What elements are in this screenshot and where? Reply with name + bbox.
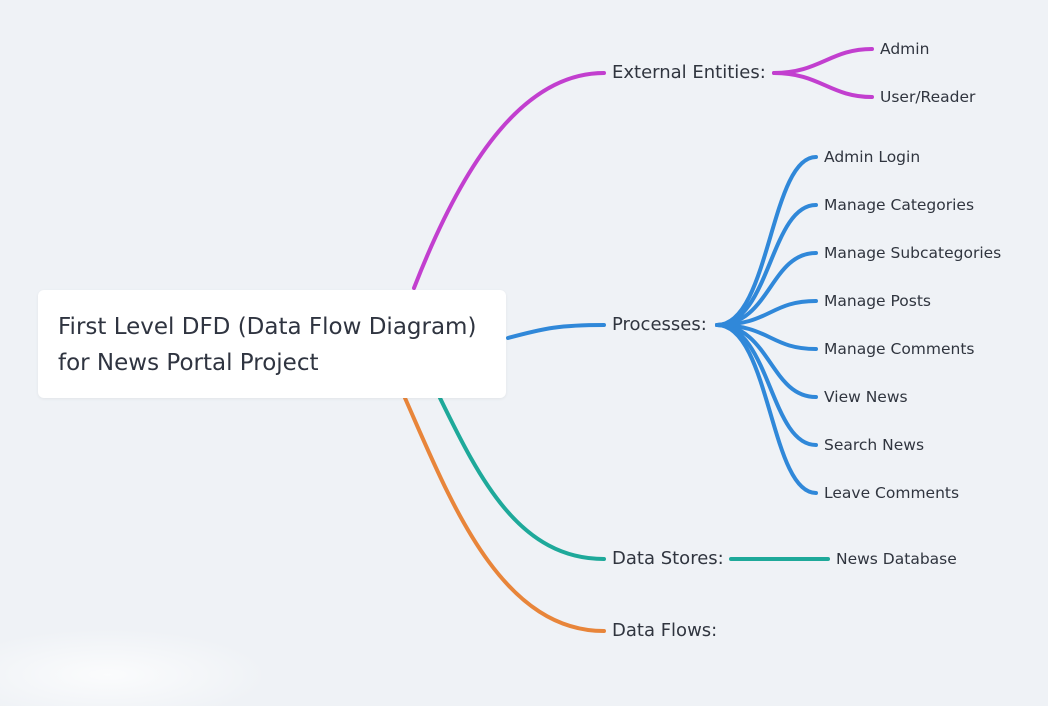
root-topic[interactable]: First Level DFD (Data Flow Diagram) for …	[38, 290, 506, 398]
connector-external-admin	[772, 47, 874, 75]
leaf-user-reader[interactable]: User/Reader	[880, 87, 975, 107]
branch-external-entities[interactable]: External Entities:	[612, 62, 766, 84]
connector-external-user-reader	[772, 71, 874, 99]
root-topic-line-2: for News Portal Project	[58, 350, 319, 376]
connector-root-external-entities	[412, 71, 606, 290]
connector-processes-admin-login	[715, 155, 818, 327]
connector-root-processes	[506, 323, 606, 340]
leaf-leave-comments[interactable]: Leave Comments	[824, 483, 959, 503]
leaf-manage-posts[interactable]: Manage Posts	[824, 291, 931, 311]
leaf-manage-subcategories[interactable]: Manage Subcategories	[824, 243, 1001, 263]
root-topic-title: First Level DFD (Data Flow Diagram) for …	[58, 309, 476, 381]
background-glow	[0, 628, 270, 706]
connector-processes-leave-comments	[715, 323, 818, 495]
root-topic-line-1: First Level DFD (Data Flow Diagram)	[58, 314, 477, 340]
branch-processes[interactable]: Processes:	[612, 314, 707, 336]
leaf-search-news[interactable]: Search News	[824, 435, 924, 455]
leaf-admin-login[interactable]: Admin Login	[824, 147, 920, 167]
connector-processes-manage-categories	[715, 203, 818, 327]
connector-root-data-stores	[438, 396, 606, 561]
leaf-manage-categories[interactable]: Manage Categories	[824, 195, 974, 215]
branch-data-stores[interactable]: Data Stores:	[612, 548, 724, 570]
leaf-admin[interactable]: Admin	[880, 39, 929, 59]
connector-processes-search-news	[715, 323, 818, 447]
connector-root-data-flows	[403, 396, 606, 633]
leaf-news-database[interactable]: News Database	[836, 549, 957, 569]
leaf-manage-comments[interactable]: Manage Comments	[824, 339, 975, 359]
leaf-view-news[interactable]: View News	[824, 387, 908, 407]
branch-data-flows[interactable]: Data Flows:	[612, 620, 717, 642]
